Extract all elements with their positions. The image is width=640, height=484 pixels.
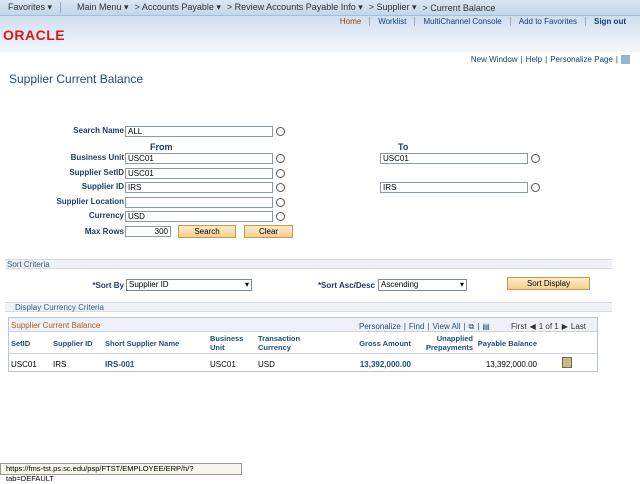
grid-find-link[interactable]: Find <box>409 322 425 332</box>
search-name-input[interactable]: ALL <box>125 126 273 137</box>
lookup-icon[interactable] <box>531 183 540 192</box>
cell-supplier-id: IRS <box>53 360 67 369</box>
oracle-logo: ORACLE <box>3 27 66 43</box>
favorites-menu[interactable]: Favorites ▾ <box>0 2 62 13</box>
page-title: Supplier Current Balance <box>9 72 144 86</box>
status-bar-url: https://fms-tst.ps.sc.edu/psp/FTST/EMPLO… <box>0 463 242 483</box>
gross-amount-link[interactable]: 13,392,000.00 <box>329 360 411 369</box>
cell-payable-balance: 13,392,000.00 <box>485 360 537 369</box>
help-link[interactable]: Help <box>526 55 542 64</box>
supplier-location-input[interactable] <box>125 197 273 208</box>
to-heading: To <box>398 142 409 152</box>
max-rows-input[interactable]: 300 <box>125 226 171 237</box>
cell-business-unit: USC01 <box>210 360 236 369</box>
crumb-supplier[interactable]: > Supplier ▾ <box>369 2 417 13</box>
col-transaction-currency: Transaction Currency <box>258 334 301 352</box>
zoom-icon[interactable]: ⧉ <box>468 322 474 332</box>
search-name-label: Search Name <box>73 126 124 135</box>
cell-setid: USC01 <box>11 360 37 369</box>
sort-display-button[interactable]: Sort Display <box>507 277 590 290</box>
sign-out-link[interactable]: Sign out <box>585 17 634 26</box>
new-window-link[interactable]: New Window <box>471 55 518 64</box>
next-icon[interactable]: ▶ <box>562 322 568 331</box>
sort-by-label: *Sort By <box>92 281 124 290</box>
grid-first-link[interactable]: First <box>511 322 527 331</box>
col-unapplied-prepayments: Unapplied Prepayments <box>425 334 473 352</box>
display-currency-section[interactable]: Display Currency Criteria <box>5 302 612 312</box>
col-business-unit: Business Unit <box>210 334 244 352</box>
grid-range: 1 of 1 <box>538 322 559 331</box>
clear-button[interactable]: Clear <box>244 225 293 238</box>
supplier-location-label: Supplier Location <box>56 197 124 206</box>
lookup-icon[interactable] <box>276 169 285 178</box>
supplier-setid-label: Supplier SetID <box>69 168 124 177</box>
col-setid: SetID <box>11 339 31 348</box>
lookup-icon[interactable] <box>276 183 285 192</box>
download-icon[interactable]: ▤ <box>482 322 490 332</box>
search-button[interactable]: Search <box>178 225 236 238</box>
lookup-icon[interactable] <box>531 154 540 163</box>
main-menu[interactable]: Main Menu ▾ <box>77 2 129 13</box>
breadcrumb-bar: Favorites ▾ Main Menu ▾ > Accounts Payab… <box>0 0 640 16</box>
supplier-setid-input[interactable]: USC01 <box>125 168 273 179</box>
col-gross-amount: Gross Amount <box>359 339 411 348</box>
supplier-id-label: Supplier ID <box>81 182 124 191</box>
sort-by-select[interactable]: Supplier ID <box>126 279 252 291</box>
sort-criteria-section: Sort Criteria <box>5 259 612 269</box>
grid-title: Supplier Current Balance <box>11 321 101 330</box>
business-unit-label: Business Unit <box>70 153 124 162</box>
grid-view-all-link[interactable]: View All <box>433 322 461 332</box>
display-currency-label: Display Currency Criteria <box>15 303 104 312</box>
add-to-favorites-link[interactable]: Add to Favorites <box>509 17 585 26</box>
col-short-supplier-name: Short Supplier Name <box>105 339 180 348</box>
cell-currency: USD <box>258 360 275 369</box>
from-heading: From <box>150 142 173 152</box>
currency-input[interactable]: USD <box>125 211 273 222</box>
supplier-name-link[interactable]: IRS-001 <box>105 360 134 369</box>
multichannel-console-link[interactable]: MultiChannel Console <box>414 17 509 26</box>
crumb-review-ap-info[interactable]: > Review Accounts Payable Info ▾ <box>227 2 363 13</box>
grid-personalize-link[interactable]: Personalize <box>359 322 401 332</box>
lookup-icon[interactable] <box>276 212 285 221</box>
col-payable-balance: Payable Balance <box>477 339 537 348</box>
grid-last-link[interactable]: Last <box>571 322 586 331</box>
business-unit-to-input[interactable]: USC01 <box>380 153 528 164</box>
lookup-icon[interactable] <box>276 154 285 163</box>
sort-asc-desc-select[interactable]: Ascending <box>378 279 467 291</box>
home-link[interactable]: Home <box>332 17 369 26</box>
crumb-current-balance: > Current Balance <box>422 2 496 13</box>
page-icon[interactable] <box>621 55 630 64</box>
detail-icon[interactable] <box>562 357 572 368</box>
supplier-id-from-input[interactable]: IRS <box>125 182 273 193</box>
page-links: New Window | Help | Personalize Page | <box>471 55 630 64</box>
supplier-id-to-input[interactable]: IRS <box>380 182 528 193</box>
personalize-page-link[interactable]: Personalize Page <box>550 55 613 64</box>
lookup-icon[interactable] <box>276 127 285 136</box>
crumb-accounts-payable[interactable]: > Accounts Payable ▾ <box>135 2 221 13</box>
header-links: Home Worklist MultiChannel Console Add t… <box>332 17 634 26</box>
worklist-link[interactable]: Worklist <box>369 17 414 26</box>
lookup-icon[interactable] <box>276 198 285 207</box>
supplier-balance-grid: Supplier Current Balance Personalize | Fi… <box>8 317 598 372</box>
col-supplier-id: Supplier ID <box>53 339 93 348</box>
prev-icon[interactable]: ◀ <box>530 322 536 331</box>
currency-label: Currency <box>88 211 124 220</box>
sort-asc-desc-label: *Sort Asc/Desc <box>317 281 375 290</box>
max-rows-label: Max Rows <box>84 227 124 236</box>
business-unit-from-input[interactable]: USC01 <box>125 153 273 164</box>
